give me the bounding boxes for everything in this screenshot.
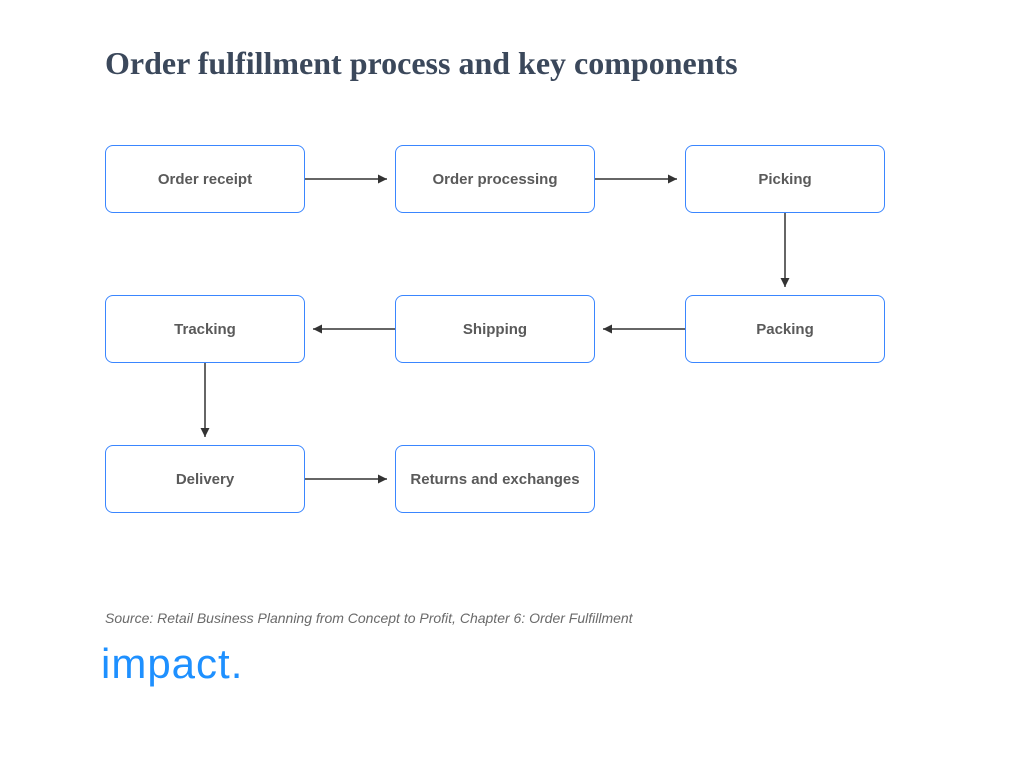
diagram-canvas: Order fulfillment process and key compon… bbox=[0, 0, 1024, 782]
logo-impact: impact. bbox=[101, 640, 243, 688]
node-shipping: Shipping bbox=[395, 295, 595, 363]
node-packing: Packing bbox=[685, 295, 885, 363]
diagram-title: Order fulfillment process and key compon… bbox=[105, 45, 738, 82]
node-delivery: Delivery bbox=[105, 445, 305, 513]
source-note: Source: Retail Business Planning from Co… bbox=[105, 610, 633, 626]
node-order-receipt: Order receipt bbox=[105, 145, 305, 213]
node-order-processing: Order processing bbox=[395, 145, 595, 213]
node-tracking: Tracking bbox=[105, 295, 305, 363]
node-returns-exchanges: Returns and exchanges bbox=[395, 445, 595, 513]
node-picking: Picking bbox=[685, 145, 885, 213]
